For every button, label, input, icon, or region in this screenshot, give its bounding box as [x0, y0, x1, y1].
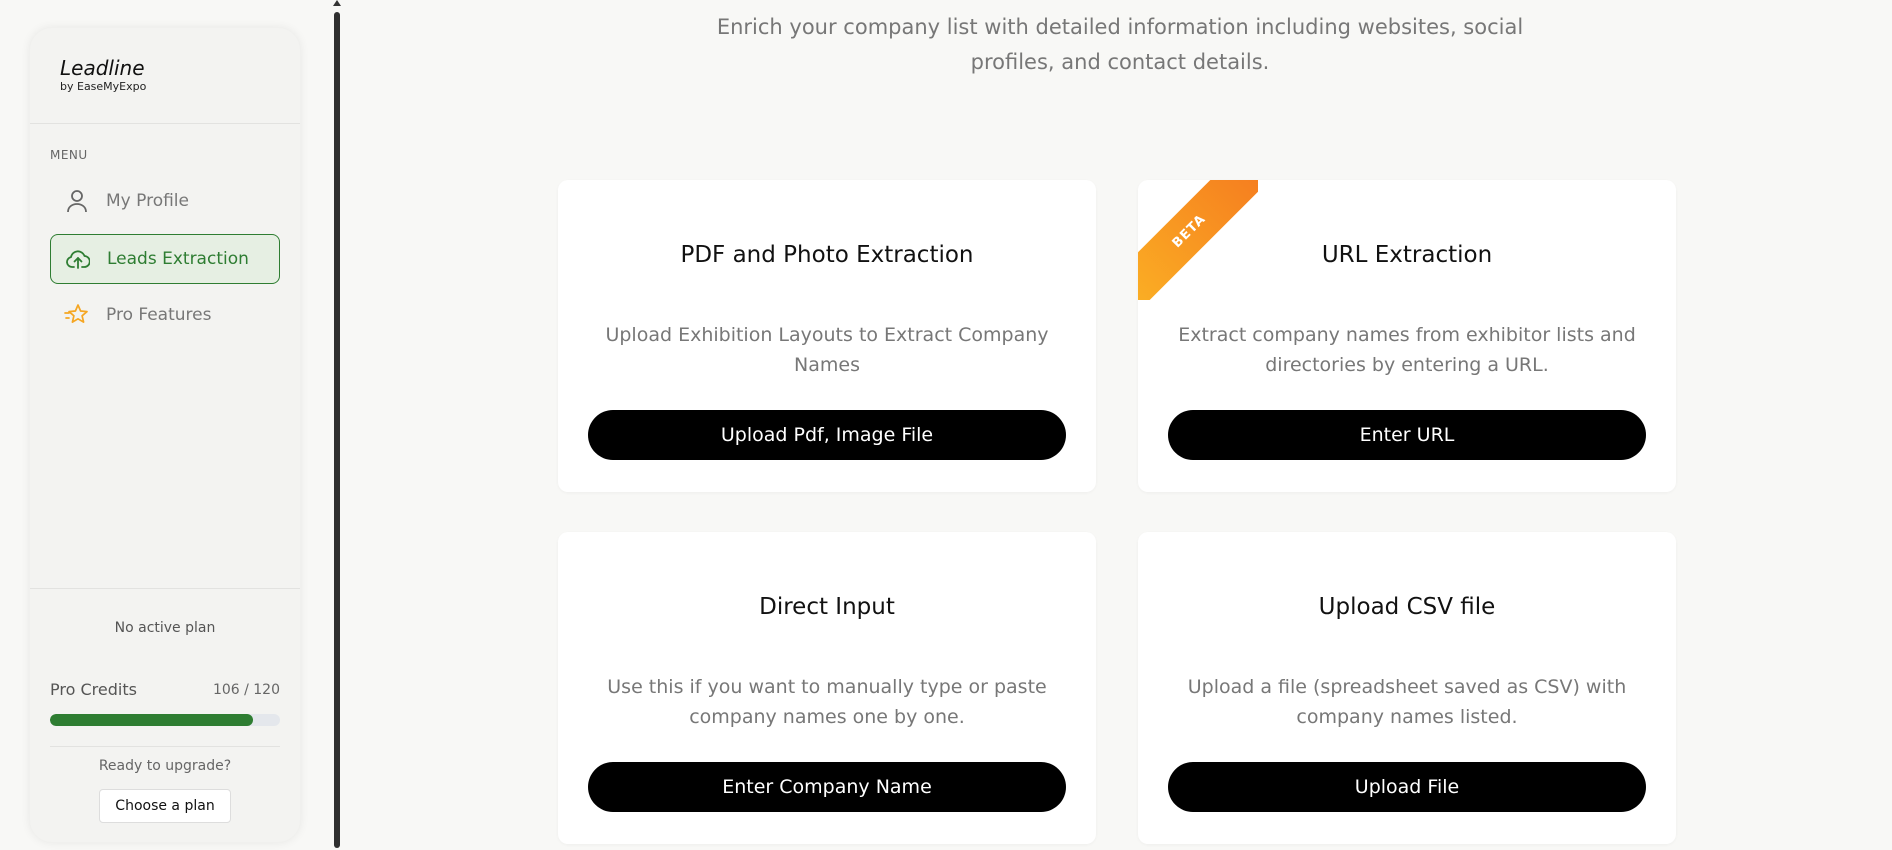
plan-status: No active plan — [114, 620, 216, 636]
card-description: Upload a file (spreadsheet saved as CSV)… — [1187, 676, 1627, 728]
brand-byline: by EaseMyExpo — [60, 80, 147, 93]
sidebar-divider — [30, 123, 300, 124]
card-title: Upload CSV file — [1318, 594, 1496, 620]
card-description: Use this if you want to manually type or… — [607, 676, 1047, 728]
credits-divider — [50, 746, 280, 747]
credits-count: 106 / 120 — [212, 682, 280, 698]
enter-url-button[interactable]: Enter URL — [1168, 410, 1646, 460]
card-title: URL Extraction — [1321, 242, 1493, 268]
card-direct-input: Direct Input Use this if you want to man… — [558, 532, 1096, 844]
enter-company-name-button[interactable]: Enter Company Name — [588, 762, 1066, 812]
card-description: Upload Exhibition Layouts to Extract Com… — [605, 324, 1049, 376]
card-title: Direct Input — [759, 594, 895, 620]
card-title: PDF and Photo Extraction — [680, 242, 974, 268]
beta-ribbon: BETA — [1138, 180, 1258, 300]
credits-progress-bar — [50, 714, 280, 726]
brand-name: Leadline — [60, 56, 145, 80]
card-upload-csv: Upload CSV file Upload a file (spreadshe… — [1138, 532, 1676, 844]
card-url-extraction: BETA URL Extraction Extract company name… — [1138, 180, 1676, 492]
upload-cloud-icon — [65, 246, 91, 272]
upgrade-prompt: Ready to upgrade? — [98, 758, 232, 774]
sidebar-item-leads-extraction[interactable]: Leads Extraction — [50, 234, 280, 284]
beta-badge: BETA — [1138, 180, 1258, 300]
upload-pdf-image-button[interactable]: Upload Pdf, Image File — [588, 410, 1066, 460]
sidebar: Leadline by EaseMyExpo MENU My Profile L… — [30, 28, 300, 842]
card-pdf-photo-extraction: PDF and Photo Extraction Upload Exhibiti… — [558, 180, 1096, 492]
page-intro: Enrich your company list with detailed i… — [716, 15, 1524, 74]
sidebar-item-label: My Profile — [106, 191, 189, 211]
card-description: Extract company names from exhibitor lis… — [1178, 324, 1636, 376]
scroll-thumb[interactable] — [334, 12, 340, 848]
menu-label: MENU — [50, 148, 88, 162]
upload-file-button[interactable]: Upload File — [1168, 762, 1646, 812]
choose-plan-button[interactable]: Choose a plan — [99, 789, 231, 823]
sidebar-item-my-profile[interactable]: My Profile — [50, 176, 280, 226]
sidebar-item-label: Pro Features — [106, 305, 212, 325]
sidebar-item-label: Leads Extraction — [107, 249, 249, 269]
brand-logo[interactable]: Leadline by EaseMyExpo — [60, 56, 146, 94]
sidebar-divider — [30, 588, 300, 589]
star-icon — [64, 302, 90, 328]
credits-progress-fill — [50, 714, 254, 726]
sidebar-item-pro-features[interactable]: Pro Features — [50, 290, 280, 340]
credits-label: Pro Credits — [50, 680, 137, 699]
scroll-up-arrow-icon[interactable] — [333, 0, 341, 6]
scrollbar[interactable] — [332, 0, 342, 850]
user-icon — [64, 188, 90, 214]
